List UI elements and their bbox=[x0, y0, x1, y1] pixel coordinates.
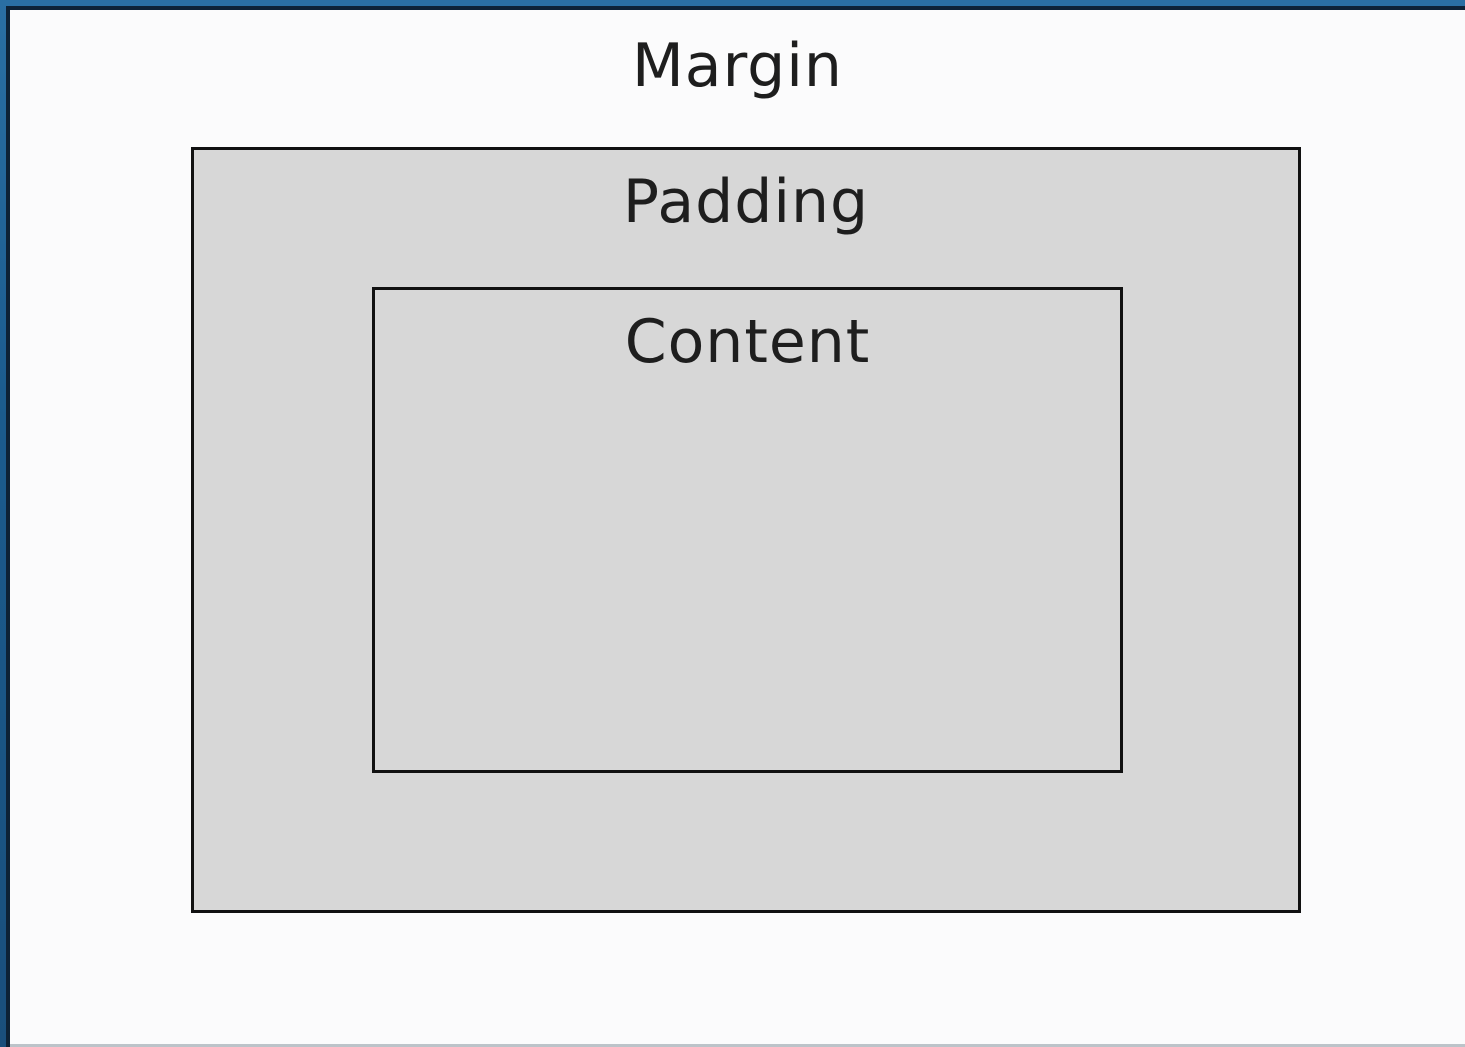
padding-box: Padding Content bbox=[191, 147, 1301, 913]
margin-label: Margin bbox=[632, 31, 843, 101]
content-label: Content bbox=[624, 307, 871, 377]
window-frame: Margin Padding Content bbox=[0, 0, 1465, 1047]
content-box: Content bbox=[372, 287, 1123, 773]
margin-area: Margin Padding Content bbox=[10, 10, 1465, 1044]
padding-label: Padding bbox=[622, 167, 870, 237]
